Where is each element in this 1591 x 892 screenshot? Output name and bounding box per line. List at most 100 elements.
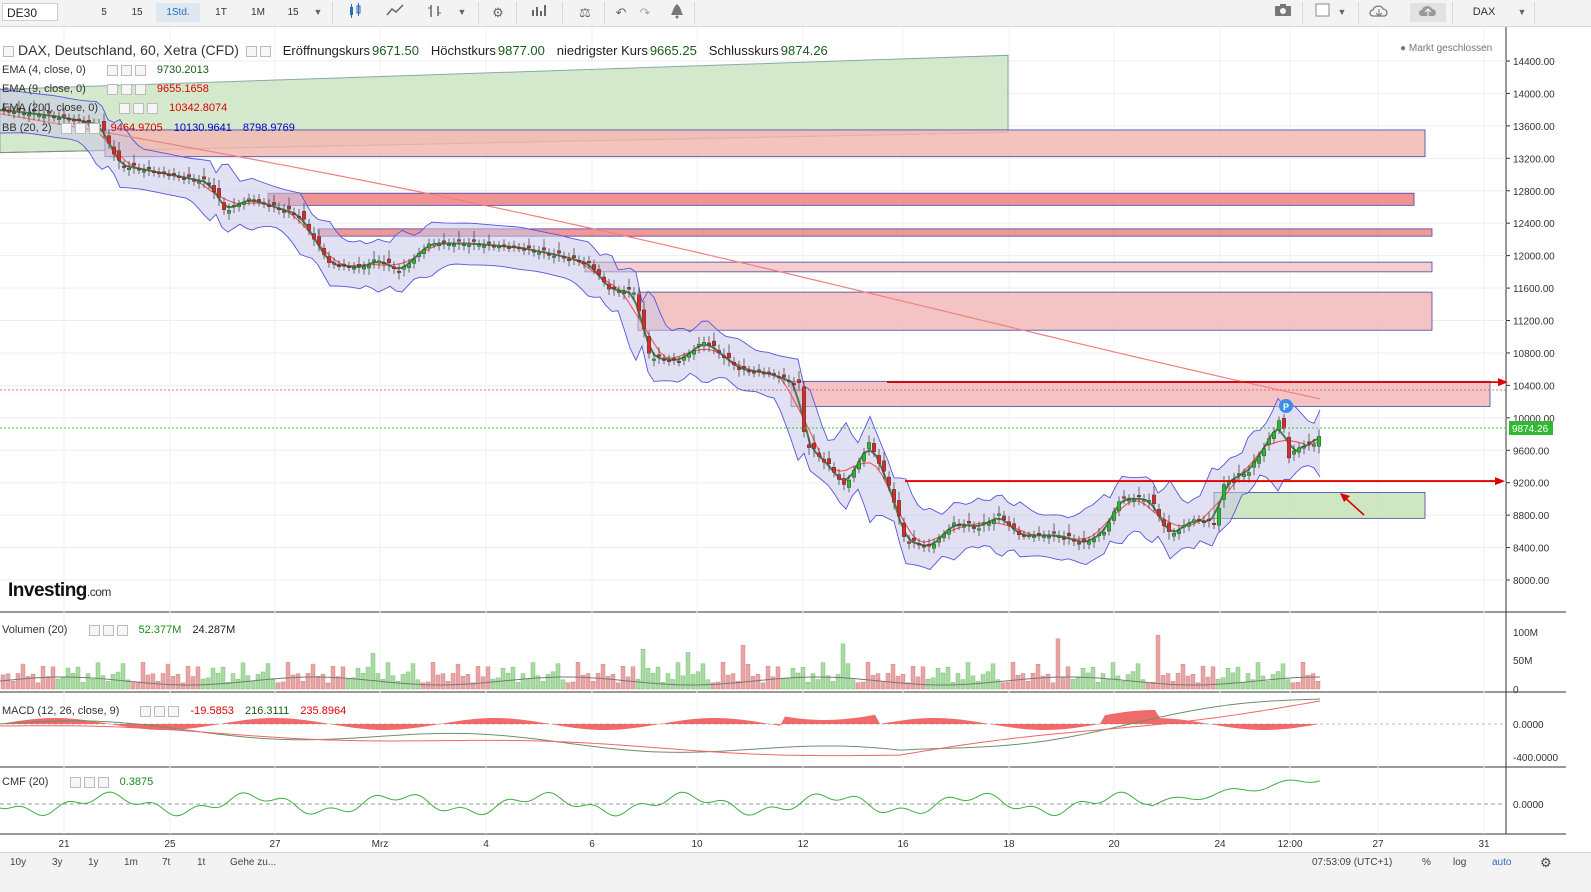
volume-bar [570,681,576,690]
candle-body [672,358,677,361]
symbol-input[interactable]: DE30 [2,3,58,21]
timeframe-1m-button[interactable]: 1M [244,3,272,22]
ema9-legend[interactable]: EMA (9, close, 0) 9655.1658 [2,83,209,95]
candle-body [352,267,357,270]
visibility-icon[interactable] [119,102,131,114]
visibility-icon[interactable] [106,83,118,95]
settings-icon[interactable] [259,45,271,57]
price-axis-label: 12800.00 [1513,187,1555,198]
timeframe-1d-button[interactable]: 1T [208,3,234,22]
goto-date-button[interactable]: Gehe zu... [230,857,276,868]
range-1y-button[interactable]: 1y [88,857,99,868]
cloud-download-icon[interactable] [1366,3,1392,22]
candle-body [757,369,762,372]
candle-body [332,262,337,265]
collapse-icon[interactable] [3,45,14,57]
line-chart-icon[interactable] [382,3,408,22]
cloud-upload-icon[interactable] [1410,3,1446,22]
compare-icon[interactable]: ⚖ [572,3,598,22]
candle-body [562,256,567,259]
range-7d-button[interactable]: 7t [162,857,170,868]
close-icon[interactable] [147,102,159,114]
undo-icon[interactable]: ↶ [608,3,634,22]
volume-bar [245,675,251,690]
candle-body [1161,519,1166,527]
candle-body [427,243,432,248]
candle-body [171,173,176,176]
close-icon[interactable] [88,122,100,134]
visibility-icon[interactable] [140,705,152,717]
clock: 07:53:09 (UTC+1) [1312,857,1393,868]
candle-body [662,358,667,361]
range-1d-button[interactable]: 1t [197,857,205,868]
chevron-down-icon[interactable]: ▼ [308,3,328,22]
volume-bar [750,675,756,690]
indicators-icon[interactable] [527,3,553,22]
candle-body [186,174,191,177]
gear-icon[interactable]: ⚙ [1540,855,1552,871]
candle-body [307,223,312,231]
settings-icon[interactable] [154,705,166,717]
close-icon[interactable] [116,624,128,636]
volume-legend[interactable]: Volumen (20) 52.377M 24.287M [2,624,235,636]
compare-symbol-field[interactable]: DAX [1456,3,1512,22]
close-icon[interactable] [134,64,146,76]
candle-body [71,119,76,122]
settings-icon[interactable] [120,83,132,95]
camera-icon[interactable] [1270,3,1296,22]
gear-icon[interactable]: ⚙ [485,3,511,22]
ema200-legend[interactable]: EMA (200, close, 0) 10342.8074 [2,102,227,114]
price-chart[interactable]: P 14400.00 14000.00 13600.00 13200.00 12800.0… [0,27,1591,852]
settings-icon[interactable] [120,64,132,76]
ema4-legend[interactable]: EMA (4, close, 0) 9730.2013 [2,64,209,76]
range-1m-button[interactable]: 1m [124,857,138,868]
range-10y-button[interactable]: 10y [10,857,26,868]
visibility-icon[interactable] [69,776,81,788]
volume-bar [300,681,306,690]
bar-chart-icon[interactable] [422,3,448,22]
macd-legend[interactable]: MACD (12, 26, close, 9) -19.5853 216.311… [2,705,346,717]
close-icon[interactable] [168,705,180,717]
alert-icon[interactable] [664,3,690,22]
visibility-icon[interactable] [60,122,72,134]
range-3y-button[interactable]: 3y [52,857,63,868]
volume-bar [970,675,976,690]
settings-icon[interactable] [74,122,86,134]
volume-bar [820,662,826,690]
visibility-icon[interactable] [106,64,118,76]
volume-bar [420,682,426,690]
candles-icon[interactable] [342,3,368,22]
cmf-legend[interactable]: CMF (20) 0.3875 [2,776,153,788]
candle-body [76,118,81,121]
candle-body [181,177,186,180]
close-icon[interactable] [134,83,146,95]
percent-scale-button[interactable]: % [1422,857,1431,868]
auto-scale-button[interactable]: auto [1492,857,1511,868]
timeframe-5m-button[interactable]: 5 [92,3,116,22]
chevron-down-icon[interactable]: ▼ [1512,3,1532,22]
volume-bar [45,676,51,690]
volume-bar [180,682,186,690]
visibility-icon[interactable] [245,45,257,57]
chevron-down-icon[interactable]: ▼ [1332,3,1352,22]
timeframe-1h-button[interactable]: 1Std. [156,3,200,22]
visibility-icon[interactable] [88,624,100,636]
price-axis-label: 13200.00 [1513,154,1555,165]
bb-legend[interactable]: BB (20, 2) 9464.9705 10130.9641 8798.976… [2,122,295,134]
log-scale-button[interactable]: log [1453,857,1466,868]
candle-body [257,199,262,202]
zone-rect-4 [637,291,1433,331]
settings-icon[interactable] [83,776,95,788]
volume-bar [370,653,376,690]
settings-icon[interactable] [133,102,145,114]
close-icon[interactable] [97,776,109,788]
settings-icon[interactable] [102,624,114,636]
timeframe-15m-button[interactable]: 15 [124,3,150,22]
dropdown-icon[interactable]: ▼ [452,3,472,22]
ema4-label: EMA (4, close, 0) [2,64,86,76]
candle-body [1301,446,1306,449]
volume-bar [1300,662,1306,690]
timeframe-custom-button[interactable]: 15 [280,3,306,22]
candle-body [607,284,612,290]
redo-icon[interactable]: ↷ [632,3,658,22]
